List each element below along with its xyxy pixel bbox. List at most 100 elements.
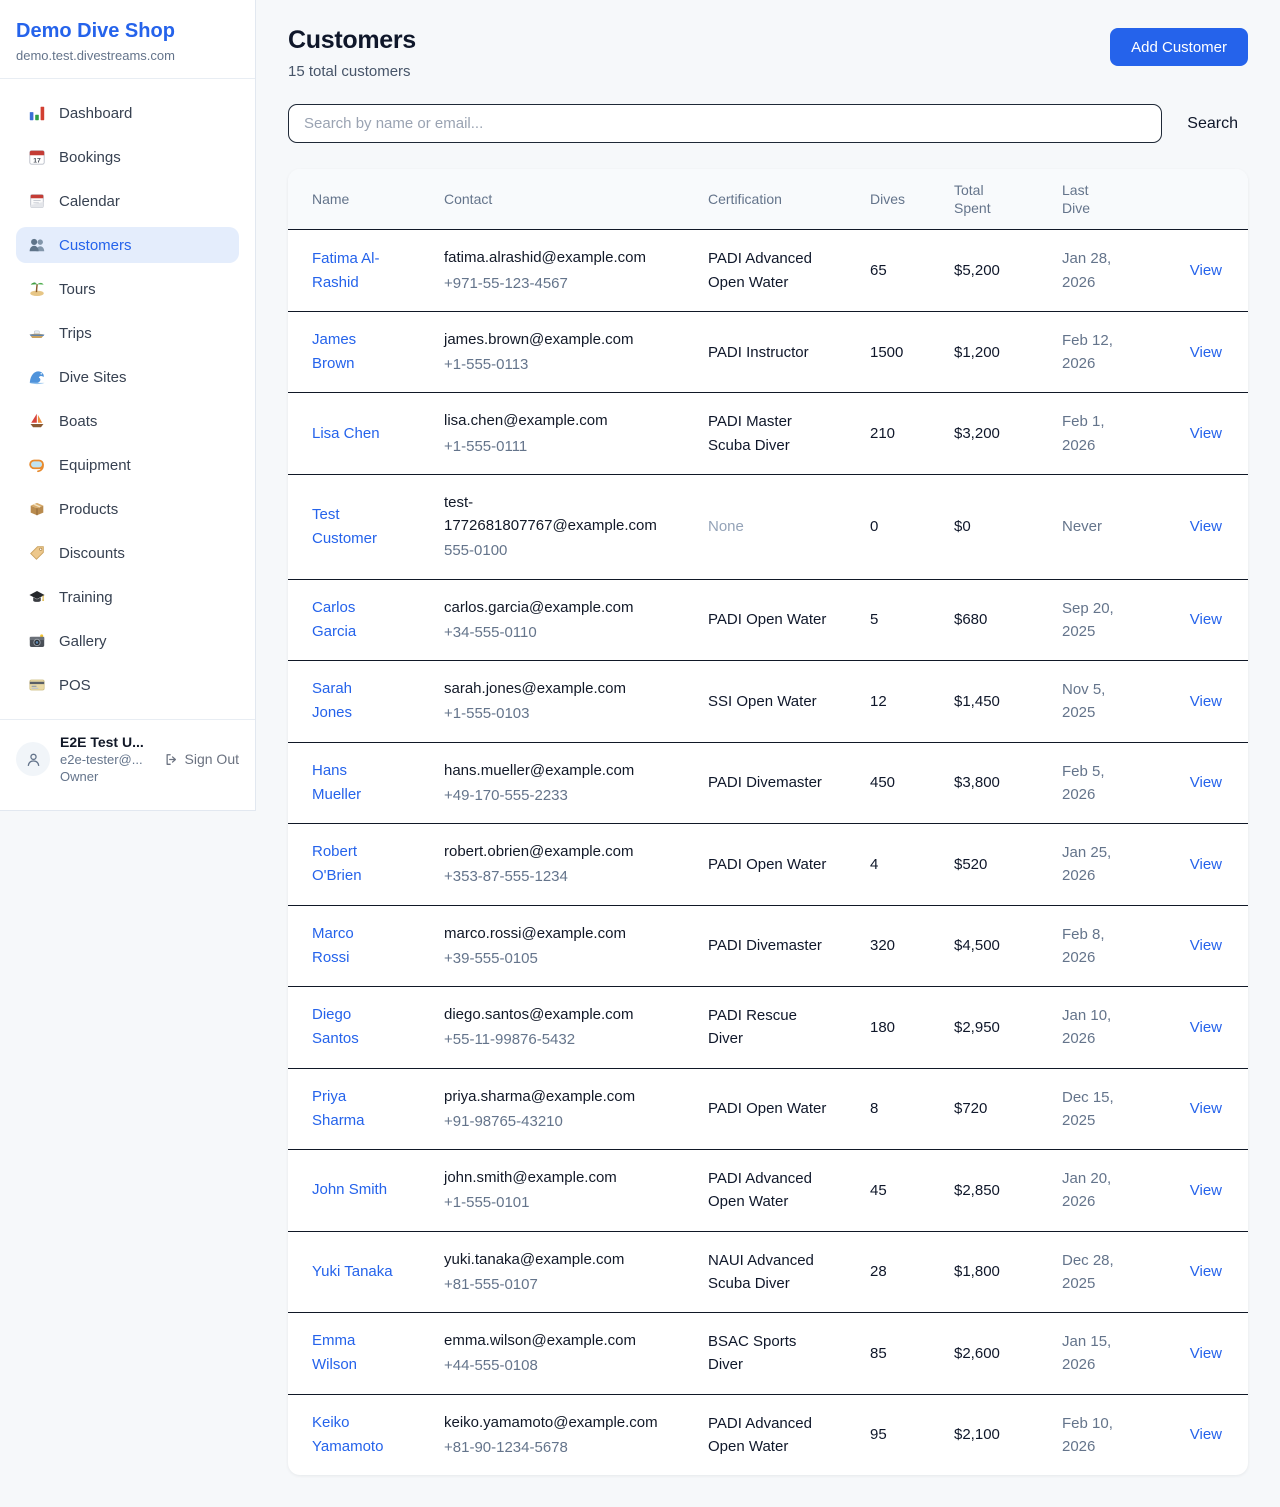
sidebar-item-dashboard[interactable]: Dashboard bbox=[16, 95, 239, 131]
view-link[interactable]: View bbox=[1190, 1182, 1222, 1199]
customer-dives: 12 bbox=[854, 661, 938, 743]
customer-name-link[interactable]: James Brown bbox=[312, 328, 395, 376]
customer-phone: +1-555-0111 bbox=[444, 435, 676, 458]
customer-name-link[interactable]: Sarah Jones bbox=[312, 677, 395, 725]
tours-icon bbox=[28, 280, 46, 298]
sidebar-item-calendar[interactable]: Calendar bbox=[16, 183, 239, 219]
brand: Demo Dive Shop demo.test.divestreams.com bbox=[0, 0, 255, 78]
sidebar-item-tours[interactable]: Tours bbox=[16, 271, 239, 307]
customer-name-link[interactable]: Carlos Garcia bbox=[312, 596, 395, 644]
sidebar-item-discounts[interactable]: Discounts bbox=[16, 535, 239, 571]
customer-name-link[interactable]: Emma Wilson bbox=[312, 1329, 395, 1377]
sidebar-item-products[interactable]: Products bbox=[16, 491, 239, 527]
customer-last-dive: Feb 10, 2026 bbox=[1062, 1412, 1117, 1459]
sidebar-item-customers[interactable]: Customers bbox=[16, 227, 239, 263]
column-header-label: Total Spent bbox=[954, 181, 998, 217]
trips-icon bbox=[28, 324, 46, 342]
customer-phone: +1-555-0101 bbox=[444, 1191, 676, 1214]
customer-certification: BSAC Sports Diver bbox=[708, 1330, 829, 1377]
customer-last-dive: Jan 10, 2026 bbox=[1062, 1004, 1117, 1051]
sidebar-item-boats[interactable]: Boats bbox=[16, 403, 239, 439]
view-link[interactable]: View bbox=[1190, 1263, 1222, 1280]
sidebar-item-gallery[interactable]: Gallery bbox=[16, 623, 239, 659]
sidebar-item-label: Tours bbox=[59, 281, 96, 298]
sidebar-item-dive-sites[interactable]: Dive Sites bbox=[16, 359, 239, 395]
customer-email: test-1772681807767@example.com bbox=[444, 491, 660, 538]
customer-email: priya.sharma@example.com bbox=[444, 1085, 660, 1108]
customer-phone: +81-90-1234-5678 bbox=[444, 1436, 676, 1459]
customer-dives: 210 bbox=[854, 393, 938, 475]
view-link[interactable]: View bbox=[1190, 425, 1222, 442]
view-link[interactable]: View bbox=[1190, 344, 1222, 361]
customer-dives: 28 bbox=[854, 1231, 938, 1313]
customer-name-link[interactable]: Diego Santos bbox=[312, 1003, 395, 1051]
customer-name-link[interactable]: Hans Mueller bbox=[312, 759, 395, 807]
sign-out-button[interactable]: Sign Out bbox=[164, 751, 239, 767]
customer-last-dive: Feb 8, 2026 bbox=[1062, 923, 1117, 970]
logout-icon bbox=[164, 752, 179, 767]
sidebar-item-bookings[interactable]: Bookings bbox=[16, 139, 239, 175]
customer-name-link[interactable]: Priya Sharma bbox=[312, 1085, 395, 1133]
search-row: Search bbox=[288, 104, 1248, 143]
calendar-icon bbox=[28, 192, 46, 210]
view-link[interactable]: View bbox=[1190, 856, 1222, 873]
sidebar-item-trips[interactable]: Trips bbox=[16, 315, 239, 351]
customer-email: fatima.alrashid@example.com bbox=[444, 246, 660, 269]
customer-certification: PADI Rescue Diver bbox=[708, 1004, 829, 1051]
sidebar: Demo Dive Shop demo.test.divestreams.com… bbox=[0, 0, 256, 811]
column-header-label: Dives bbox=[870, 191, 905, 207]
view-link[interactable]: View bbox=[1190, 611, 1222, 628]
customer-last-dive: Dec 15, 2025 bbox=[1062, 1086, 1117, 1133]
customer-email: sarah.jones@example.com bbox=[444, 677, 660, 700]
sidebar-item-pos[interactable]: POS bbox=[16, 667, 239, 703]
view-link[interactable]: View bbox=[1190, 774, 1222, 791]
table-row: Test Customer test-1772681807767@example… bbox=[288, 474, 1248, 579]
column-header bbox=[1156, 169, 1248, 230]
customer-total-spent: $2,100 bbox=[938, 1394, 1046, 1475]
customer-name-link[interactable]: Robert O'Brien bbox=[312, 840, 395, 888]
customer-name-link[interactable]: Marco Rossi bbox=[312, 922, 395, 970]
view-link[interactable]: View bbox=[1190, 1345, 1222, 1362]
customer-phone: +971-55-123-4567 bbox=[444, 272, 676, 295]
sidebar-nav: Dashboard Bookings Calendar Customers To… bbox=[0, 79, 255, 719]
view-link[interactable]: View bbox=[1190, 937, 1222, 954]
add-customer-button[interactable]: Add Customer bbox=[1110, 28, 1248, 66]
search-input[interactable] bbox=[288, 104, 1162, 143]
view-link[interactable]: View bbox=[1190, 1100, 1222, 1117]
sign-out-label: Sign Out bbox=[185, 751, 239, 767]
view-link[interactable]: View bbox=[1190, 693, 1222, 710]
customer-email: yuki.tanaka@example.com bbox=[444, 1248, 660, 1271]
customer-email: john.smith@example.com bbox=[444, 1166, 660, 1189]
customer-total-spent: $1,200 bbox=[938, 311, 1046, 393]
sidebar-item-label: POS bbox=[59, 677, 91, 694]
customer-name-link[interactable]: Yuki Tanaka bbox=[312, 1260, 393, 1284]
table-header-row: NameContactCertificationDivesTotal Spent… bbox=[288, 169, 1248, 230]
sidebar-item-equipment[interactable]: Equipment bbox=[16, 447, 239, 483]
sidebar-item-label: Customers bbox=[59, 237, 132, 254]
customer-certification: PADI Advanced Open Water bbox=[708, 247, 829, 294]
search-button[interactable]: Search bbox=[1187, 115, 1238, 133]
customer-email: diego.santos@example.com bbox=[444, 1003, 660, 1026]
view-link[interactable]: View bbox=[1190, 1019, 1222, 1036]
table-row: Lisa Chen lisa.chen@example.com +1-555-0… bbox=[288, 393, 1248, 475]
customer-name-link[interactable]: Fatima Al-Rashid bbox=[312, 247, 395, 295]
sidebar-item-training[interactable]: Training bbox=[16, 579, 239, 615]
customer-last-dive: Feb 12, 2026 bbox=[1062, 329, 1117, 376]
customer-last-dive: Jan 15, 2026 bbox=[1062, 1330, 1117, 1377]
view-link[interactable]: View bbox=[1190, 262, 1222, 279]
column-header: Total Spent bbox=[938, 169, 1046, 230]
customer-dives: 45 bbox=[854, 1150, 938, 1232]
sidebar-item-label: Dive Sites bbox=[59, 369, 127, 386]
customer-name-link[interactable]: John Smith bbox=[312, 1178, 387, 1202]
view-link[interactable]: View bbox=[1190, 1426, 1222, 1443]
customer-phone: +1-555-0103 bbox=[444, 702, 676, 725]
table-row: Robert O'Brien robert.obrien@example.com… bbox=[288, 824, 1248, 906]
customer-name-link[interactable]: Test Customer bbox=[312, 503, 395, 551]
customer-dives: 5 bbox=[854, 579, 938, 661]
view-link[interactable]: View bbox=[1190, 518, 1222, 535]
bookings-icon bbox=[28, 148, 46, 166]
user-role: Owner bbox=[60, 769, 154, 784]
page-title: Customers bbox=[288, 26, 416, 55]
customer-name-link[interactable]: Lisa Chen bbox=[312, 422, 380, 446]
customer-name-link[interactable]: Keiko Yamamoto bbox=[312, 1411, 395, 1459]
